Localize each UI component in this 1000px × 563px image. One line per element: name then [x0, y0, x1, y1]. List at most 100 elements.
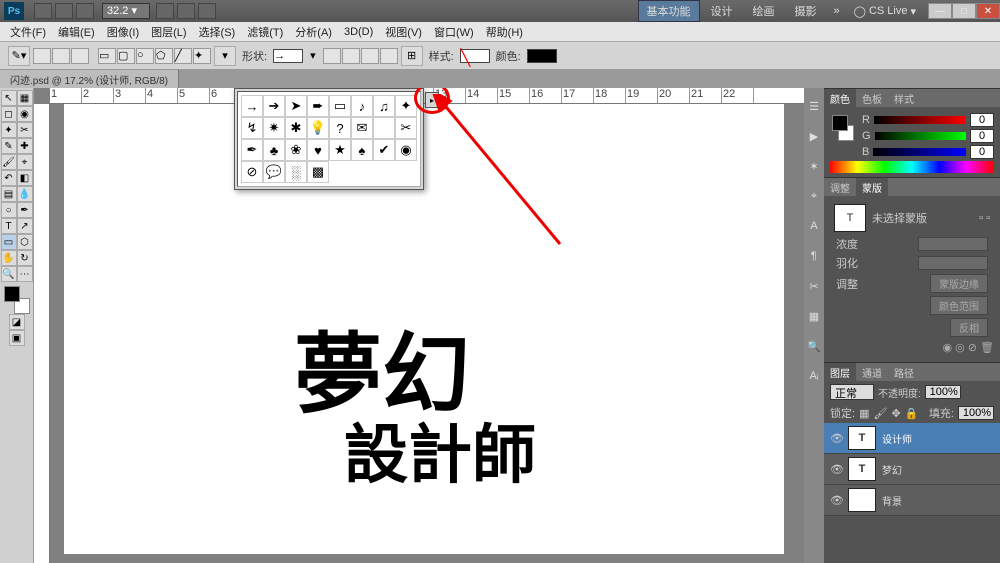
menu-help[interactable]: 帮助(H): [482, 22, 527, 42]
clone-panel-icon[interactable]: ⌖: [806, 188, 822, 204]
pen-tool[interactable]: ✒: [17, 202, 33, 218]
tool-preset[interactable]: ✎▾: [8, 46, 30, 66]
roundrect-icon[interactable]: ▢: [117, 48, 135, 64]
path-tool[interactable]: ↗: [17, 218, 33, 234]
b-value[interactable]: 0: [970, 145, 994, 159]
wand-tool[interactable]: ✦: [1, 122, 17, 138]
type-tool[interactable]: T: [1, 218, 17, 234]
opacity-value[interactable]: 100%: [925, 385, 961, 399]
shape-layers-icon[interactable]: [33, 48, 51, 64]
char-panel-icon[interactable]: A: [806, 218, 822, 234]
layer-row-0[interactable]: 👁T设计师: [824, 423, 1000, 454]
combine-icon[interactable]: [323, 48, 341, 64]
shape-options[interactable]: ▾: [214, 46, 236, 66]
mb-icon[interactable]: [55, 3, 73, 19]
feather-input[interactable]: [918, 256, 988, 270]
r-slider[interactable]: [874, 116, 966, 124]
tab-swatches[interactable]: 色板: [856, 89, 888, 107]
shape-preset-19[interactable]: ♥: [307, 139, 329, 161]
view-icon[interactable]: [76, 3, 94, 19]
gradient-tool[interactable]: ▤: [1, 186, 17, 202]
tools-panel-icon[interactable]: ✂: [806, 278, 822, 294]
g-slider[interactable]: [875, 132, 966, 140]
b-slider[interactable]: [873, 148, 966, 156]
document-tab[interactable]: 闪迹.psd @ 17.2% (设计师, RGB/8): [0, 70, 179, 89]
brush-tool[interactable]: 🖌: [1, 154, 17, 170]
dodge-tool[interactable]: ○: [1, 202, 17, 218]
exclude-icon[interactable]: [380, 48, 398, 64]
eye-icon[interactable]: 👁: [830, 494, 842, 507]
tab-mask[interactable]: 蒙版: [856, 178, 888, 196]
hand-icon[interactable]: [156, 3, 174, 19]
eyedrop-tool[interactable]: ✎: [1, 138, 17, 154]
shape-preset-0[interactable]: →: [241, 95, 263, 117]
blend-mode-select[interactable]: 正常: [830, 384, 874, 400]
shape-preset-20[interactable]: ★: [329, 139, 351, 161]
shape-preset-7[interactable]: ✦: [395, 95, 417, 117]
3d-tool[interactable]: ⬡: [17, 234, 33, 250]
tab-channels[interactable]: 通道: [856, 363, 888, 381]
layer-row-1[interactable]: 👁T梦幻: [824, 454, 1000, 485]
shape-preset-2[interactable]: ➤: [285, 95, 307, 117]
eraser-tool[interactable]: ◧: [17, 170, 33, 186]
stamp-tool[interactable]: ⌖: [17, 154, 33, 170]
shape-preset-10[interactable]: ✱: [285, 117, 307, 139]
artboard-tool[interactable]: ▦: [17, 90, 33, 106]
shape-preset-15[interactable]: ✂: [395, 117, 417, 139]
shape-preset-14[interactable]: [373, 117, 395, 139]
minimize-button[interactable]: —: [928, 3, 952, 19]
align-icon[interactable]: ⊞: [401, 46, 423, 66]
workspace-design[interactable]: 设计: [702, 0, 742, 22]
shape-preset-6[interactable]: ♫: [373, 95, 395, 117]
shape-preset-16[interactable]: ✒: [241, 139, 263, 161]
zoom-select[interactable]: 32.2 ▾: [102, 3, 150, 19]
workspace-painting[interactable]: 绘画: [744, 0, 784, 22]
g-value[interactable]: 0: [970, 129, 994, 143]
workspace-essentials[interactable]: 基本功能: [638, 0, 700, 22]
swatch-panel-icon[interactable]: ▦: [806, 308, 822, 324]
cs-live[interactable]: ◯ CS Live ▾: [848, 5, 922, 18]
quickmask-tool[interactable]: ◪: [9, 314, 25, 330]
shape-preset-26[interactable]: ░: [285, 161, 307, 183]
shape-preset-1[interactable]: ➔: [263, 95, 285, 117]
shape-preset-22[interactable]: ✔: [373, 139, 395, 161]
layer-row-2[interactable]: 👁背景: [824, 485, 1000, 516]
shape-preset-25[interactable]: 💬: [263, 161, 285, 183]
mask-thumbnail[interactable]: T: [834, 204, 866, 232]
lock-paint-icon[interactable]: 🖌: [873, 407, 887, 420]
hand-tool[interactable]: ✋: [1, 250, 17, 266]
shape-preset-11[interactable]: 💡: [307, 117, 329, 139]
lock-trans-icon[interactable]: ▦: [859, 407, 869, 420]
shape-preset-23[interactable]: ◉: [395, 139, 417, 161]
style-swatch[interactable]: ╲: [460, 49, 490, 63]
zoom-tool[interactable]: 🔍: [1, 266, 17, 282]
heal-tool[interactable]: ✚: [17, 138, 33, 154]
brush-panel-icon[interactable]: ✶: [806, 158, 822, 174]
move-tool[interactable]: ↖: [1, 90, 17, 106]
menu-window[interactable]: 窗口(W): [430, 22, 478, 42]
lasso-tool[interactable]: ◉: [17, 106, 33, 122]
marquee-tool[interactable]: ◻: [1, 106, 17, 122]
rect-icon[interactable]: ▭: [98, 48, 116, 64]
shape-preset-13[interactable]: ✉: [351, 117, 373, 139]
menu-analysis[interactable]: 分析(A): [291, 22, 336, 42]
blur-tool[interactable]: 💧: [17, 186, 33, 202]
menu-edit[interactable]: 编辑(E): [54, 22, 99, 42]
r-value[interactable]: 0: [970, 113, 994, 127]
shape-tool[interactable]: ▭: [1, 234, 17, 250]
fill-value[interactable]: 100%: [958, 406, 994, 420]
menu-3d[interactable]: 3D(D): [340, 24, 377, 40]
shape-preset-21[interactable]: ♠: [351, 139, 373, 161]
intersect-icon[interactable]: [361, 48, 379, 64]
tab-styles[interactable]: 样式: [888, 89, 920, 107]
shape-preset-9[interactable]: ✷: [263, 117, 285, 139]
workspace-more[interactable]: »: [828, 5, 846, 17]
subtract-icon[interactable]: [342, 48, 360, 64]
rotate-tool[interactable]: ↻: [17, 250, 33, 266]
paths-icon[interactable]: [52, 48, 70, 64]
menu-filter[interactable]: 滤镜(T): [243, 22, 287, 42]
fg-bg-colors[interactable]: [2, 286, 32, 314]
shape-preset-24[interactable]: ⊘: [241, 161, 263, 183]
shape-preview[interactable]: →: [273, 49, 303, 63]
menu-select[interactable]: 选择(S): [195, 22, 240, 42]
